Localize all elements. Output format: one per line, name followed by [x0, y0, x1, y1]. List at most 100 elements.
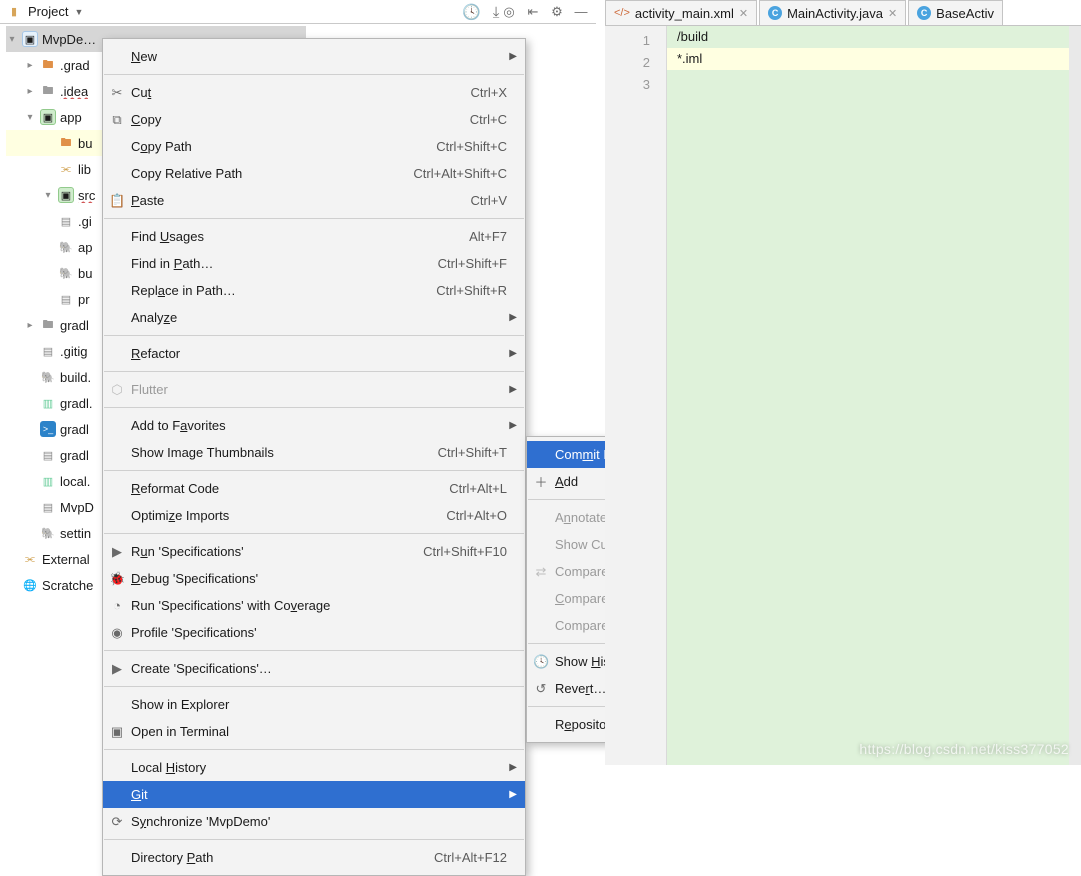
folder-dk-icon: 🖿 [40, 317, 56, 333]
menu-label: Run 'Specifications' with Coverage [131, 598, 507, 613]
menu-item[interactable]: ◔Run 'Specifications' with Coverage [103, 592, 525, 619]
close-icon[interactable]: ✕ [888, 7, 897, 20]
code-line[interactable] [667, 70, 1081, 92]
menu-item[interactable]: Replace in Path…Ctrl+Shift+R [103, 277, 525, 304]
menu-item[interactable]: Git▶ [103, 781, 525, 808]
editor-tabs[interactable]: </>activity_main.xml✕CMainActivity.java✕… [605, 0, 1081, 26]
menu-item[interactable]: Reformat CodeCtrl+Alt+L [103, 475, 525, 502]
editor-tab[interactable]: CBaseActiv [908, 0, 1003, 25]
gear-icon[interactable]: ⚙ [548, 3, 566, 21]
tree-label: .idea [60, 84, 88, 99]
menu-label: Flutter [131, 382, 507, 397]
expand-icon[interactable]: ▾ [6, 34, 18, 45]
menu-label: Analyze [131, 310, 507, 325]
menu-icon: ▶ [109, 544, 125, 560]
code-area[interactable]: /build*.iml https://blog.csdn.net/kiss37… [667, 26, 1081, 765]
menu-label: Show in Explorer [131, 697, 507, 712]
menu-item[interactable]: Optimize ImportsCtrl+Alt+O [103, 502, 525, 529]
menu-item: ⬡Flutter▶ [103, 376, 525, 403]
menu-item[interactable]: ▶Run 'Specifications'Ctrl+Shift+F10 [103, 538, 525, 565]
editor-tab[interactable]: CMainActivity.java✕ [759, 0, 906, 25]
target-icon[interactable]: ◎ [500, 3, 518, 21]
menu-icon: ▶ [109, 661, 125, 677]
expand-icon[interactable]: ▸ [24, 320, 36, 331]
menu-label: Copy [131, 112, 470, 127]
menu-item[interactable]: Find in Path…Ctrl+Shift+F [103, 250, 525, 277]
shortcut: Ctrl+Alt+O [446, 508, 507, 523]
separator [104, 533, 524, 534]
menu-label: Find Usages [131, 229, 469, 244]
code-line[interactable]: /build [667, 26, 1081, 48]
separator [104, 218, 524, 219]
separator [104, 335, 524, 336]
menu-item[interactable]: ⟳ Synchronize 'MvpDemo' [103, 808, 525, 835]
elephant-icon: 🐘 [58, 265, 74, 281]
menu-item[interactable]: ▶Create 'Specifications'… [103, 655, 525, 682]
expand-icon[interactable]: ▾ [42, 190, 54, 201]
file-icon: ▤ [40, 499, 56, 515]
menu-item[interactable]: 📋PasteCtrl+V [103, 187, 525, 214]
submenu-arrow-icon: ▶ [509, 312, 517, 323]
class-icon: C [917, 6, 931, 20]
menu-item[interactable]: ◉Profile 'Specifications' [103, 619, 525, 646]
expand-icon[interactable]: ▸ [24, 86, 36, 97]
menu-label: Profile 'Specifications' [131, 625, 507, 640]
file-icon: ▤ [40, 343, 56, 359]
shortcut: Ctrl+Alt+L [449, 481, 507, 496]
menu-icon: ⟳ [109, 814, 125, 830]
menu-icon: ⇄ [533, 564, 549, 580]
menu-item[interactable]: New▶ [103, 43, 525, 70]
menu-item[interactable]: Local History▶ [103, 754, 525, 781]
minimize-icon[interactable]: — [572, 3, 590, 21]
menu-icon: ✂ [109, 85, 125, 101]
submenu-arrow-icon: ▶ [509, 420, 517, 431]
context-menu[interactable]: New▶✂CutCtrl+X⧉CopyCtrl+CCopy PathCtrl+S… [102, 38, 526, 876]
menu-icon: ⬡ [109, 382, 125, 398]
menu-item[interactable]: Show Image ThumbnailsCtrl+Shift+T [103, 439, 525, 466]
menu-label: Copy Path [131, 139, 436, 154]
menu-icon: ▣ [109, 724, 125, 740]
menu-icon: ↺ [533, 681, 549, 697]
menu-item[interactable]: ⧉CopyCtrl+C [103, 106, 525, 133]
menu-label: Open in Terminal [131, 724, 507, 739]
folder-o-icon: 🖿 [40, 57, 56, 73]
menu-item[interactable]: 🐞Debug 'Specifications' [103, 565, 525, 592]
tree-label: .gi [78, 214, 92, 229]
menu-item[interactable]: Find UsagesAlt+F7 [103, 223, 525, 250]
menu-label: Synchronize 'MvpDemo' [131, 814, 507, 829]
shortcut: Ctrl+Shift+R [436, 283, 507, 298]
bar-icon: ▥ [40, 473, 56, 489]
expand-icon[interactable]: ▸ [24, 60, 36, 71]
shortcut: Ctrl+Shift+T [438, 445, 507, 460]
menu-item[interactable]: Copy PathCtrl+Shift+C [103, 133, 525, 160]
editor-tab[interactable]: </>activity_main.xml✕ [605, 0, 757, 25]
tree-label: gradl [60, 422, 89, 437]
menu-item[interactable]: Refactor▶ [103, 340, 525, 367]
scrollbar[interactable] [1069, 26, 1081, 765]
project-title[interactable]: Project [28, 4, 68, 19]
shortcut: Ctrl+Shift+F10 [423, 544, 507, 559]
menu-item[interactable]: Copy Relative PathCtrl+Alt+Shift+C [103, 160, 525, 187]
folder-o-icon: 🖿 [58, 135, 74, 151]
lib-icon: ⫘ [22, 551, 38, 567]
separator [104, 839, 524, 840]
menu-label: Show Image Thumbnails [131, 445, 438, 460]
tree-label: External [42, 552, 90, 567]
separator [104, 371, 524, 372]
menu-item[interactable]: ▣ Open in Terminal [103, 718, 525, 745]
history-icon[interactable]: 🕓 [462, 3, 481, 21]
download-icon[interactable]: ⤓ [493, 4, 500, 21]
shortcut: Ctrl+Alt+F12 [434, 850, 507, 865]
chevron-down-icon[interactable]: ▼ [74, 7, 83, 17]
menu-item[interactable]: ✂CutCtrl+X [103, 79, 525, 106]
close-icon[interactable]: ✕ [739, 7, 748, 20]
menu-item[interactable]: Show in Explorer [103, 691, 525, 718]
menu-label: Paste [131, 193, 471, 208]
collapse-icon[interactable]: ⇤ [524, 3, 542, 21]
tree-label: ap [78, 240, 92, 255]
expand-icon[interactable]: ▾ [24, 112, 36, 123]
menu-item[interactable]: Directory PathCtrl+Alt+F12 [103, 844, 525, 871]
menu-item[interactable]: Add to Favorites▶ [103, 412, 525, 439]
code-line[interactable]: *.iml [667, 48, 1081, 70]
menu-item[interactable]: Analyze▶ [103, 304, 525, 331]
